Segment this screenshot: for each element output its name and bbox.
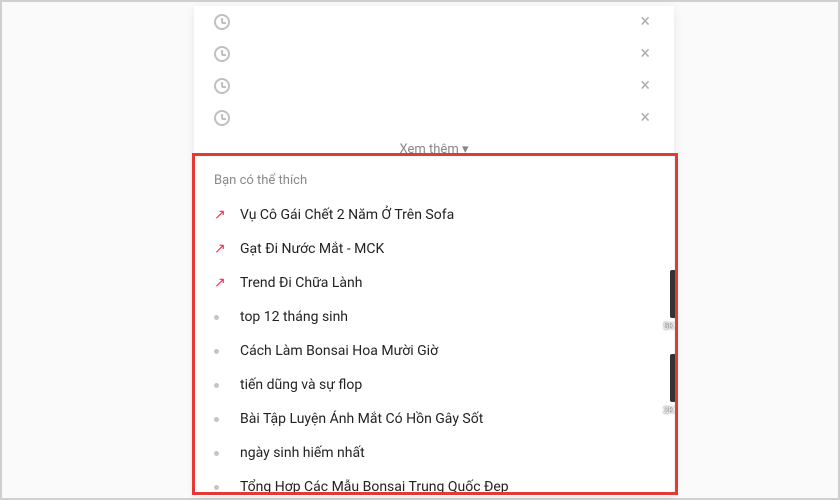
- history-row[interactable]: ×: [194, 6, 674, 38]
- suggestion-label: ngày sinh hiếm nhất: [240, 445, 654, 461]
- trending-up-icon: ↗: [214, 208, 232, 222]
- close-icon[interactable]: ×: [636, 41, 654, 67]
- history-row[interactable]: ×: [194, 70, 674, 102]
- bullet-icon: [214, 315, 232, 320]
- suggestion-item[interactable]: ↗ Trend Đi Chữa Lành: [214, 266, 654, 300]
- suggestion-label: Bài Tập Luyện Ánh Mắt Có Hồn Gây Sốt: [240, 411, 654, 427]
- history-row[interactable]: ×: [194, 38, 674, 70]
- suggestions-heading: Bạn có thể thích: [214, 173, 654, 188]
- trending-up-icon: ↗: [214, 276, 232, 290]
- bullet-icon: [214, 485, 232, 490]
- suggestion-item[interactable]: Tổng Hợp Các Mẫu Bonsai Trung Quốc Đẹp: [214, 470, 654, 496]
- close-icon[interactable]: ×: [636, 105, 654, 131]
- feed-thumb[interactable]: 2K: [670, 354, 676, 402]
- suggestion-label: Trend Đi Chữa Lành: [240, 275, 654, 291]
- bullet-icon: [214, 383, 232, 388]
- suggestion-label: Vụ Cô Gái Chết 2 Năm Ở Trên Sofa: [240, 207, 654, 223]
- clock-icon: [214, 110, 230, 126]
- suggestion-item[interactable]: Cách Làm Bonsai Hoa Mười Giờ: [214, 334, 654, 368]
- feed-thumb-badge: 5K: [663, 322, 674, 332]
- suggestion-item[interactable]: Bài Tập Luyện Ánh Mắt Có Hồn Gây Sốt: [214, 402, 654, 436]
- bullet-icon: [214, 349, 232, 354]
- close-icon[interactable]: ×: [636, 73, 654, 99]
- clock-icon: [214, 78, 230, 94]
- suggestion-label: top 12 tháng sinh: [240, 309, 654, 325]
- suggestion-item[interactable]: top 12 tháng sinh: [214, 300, 654, 334]
- suggestion-item[interactable]: ↗ Gạt Đi Nước Mắt - MCK: [214, 232, 654, 266]
- clock-icon: [214, 14, 230, 30]
- feed-thumb[interactable]: 5K: [670, 270, 676, 318]
- suggestion-label: Tổng Hợp Các Mẫu Bonsai Trung Quốc Đẹp: [240, 479, 654, 495]
- suggestion-item[interactable]: tiến dũng và sự flop: [214, 368, 654, 402]
- bullet-icon: [214, 451, 232, 456]
- suggestion-label: tiến dũng và sự flop: [240, 377, 654, 393]
- trending-up-icon: ↗: [214, 242, 232, 256]
- suggestions-section: Bạn có thể thích ↗ Vụ Cô Gái Chết 2 Năm …: [194, 163, 674, 496]
- suggestion-label: Cách Làm Bonsai Hoa Mười Giờ: [240, 343, 654, 359]
- suggestion-item[interactable]: ↗ Vụ Cô Gái Chết 2 Năm Ở Trên Sofa: [214, 198, 654, 232]
- clock-icon: [214, 46, 230, 62]
- suggestion-item[interactable]: ngày sinh hiếm nhất: [214, 436, 654, 470]
- search-dropdown-panel: × × × × Xem thêm ▾ Bạn có thể thích ↗ Vụ…: [194, 6, 674, 496]
- app-frame: × × × × Xem thêm ▾ Bạn có thể thích ↗ Vụ…: [0, 0, 840, 500]
- suggestion-label: Gạt Đi Nước Mắt - MCK: [240, 241, 654, 257]
- history-row[interactable]: ×: [194, 102, 674, 134]
- feed-thumb-badge: 2K: [663, 406, 674, 416]
- feed-column: 5K 2K: [670, 270, 676, 438]
- bullet-icon: [214, 417, 232, 422]
- see-more-link[interactable]: Xem thêm ▾: [194, 134, 674, 163]
- close-icon[interactable]: ×: [636, 9, 654, 35]
